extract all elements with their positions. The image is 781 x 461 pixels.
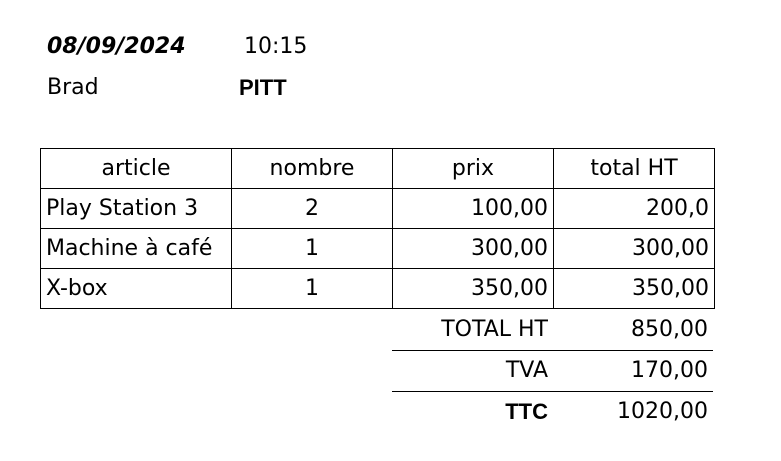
cell-article[interactable]: Play Station 3 (40, 188, 232, 229)
invoice-table: article nombre prix total HT Play Statio… (40, 148, 715, 309)
first-name-text: Brad (47, 75, 99, 100)
column-header-article[interactable]: article (40, 148, 232, 189)
cell-total[interactable]: 200,0 (553, 188, 715, 229)
date-text: 08/09/2024 (47, 34, 186, 59)
total-ht-value[interactable]: 850,00 (553, 310, 708, 350)
cell-nombre[interactable]: 1 (231, 228, 393, 269)
cell-prix[interactable]: 350,00 (392, 268, 554, 309)
cell-total[interactable]: 350,00 (553, 268, 715, 309)
column-header-total-ht[interactable]: total HT (553, 148, 715, 189)
table-row: X-box 1 350,00 350,00 (40, 268, 715, 309)
column-header-prix[interactable]: prix (392, 148, 554, 189)
cell-total[interactable]: 300,00 (553, 228, 715, 269)
summary-total-ht-row: TOTAL HT 850,00 (392, 310, 713, 350)
total-ht-label[interactable]: TOTAL HT (392, 310, 548, 350)
cell-article[interactable]: Machine à café (40, 228, 232, 269)
table-header-row: article nombre prix total HT (40, 148, 715, 189)
cell-prix[interactable]: 100,00 (392, 188, 554, 229)
summary-tva-row: TVA 170,00 (392, 351, 713, 391)
column-header-nombre[interactable]: nombre (231, 148, 393, 189)
cell-nombre[interactable]: 1 (231, 268, 393, 309)
summary-ttc-row: TTC 1020,00 (392, 392, 713, 432)
tva-label[interactable]: TVA (392, 351, 548, 391)
last-name-text: PITT (239, 75, 287, 100)
cell-nombre[interactable]: 2 (231, 188, 393, 229)
ttc-label[interactable]: TTC (392, 392, 548, 432)
tva-value[interactable]: 170,00 (553, 351, 708, 391)
ttc-value[interactable]: 1020,00 (553, 392, 708, 432)
cell-prix[interactable]: 300,00 (392, 228, 554, 269)
table-row: Play Station 3 2 100,00 200,0 (40, 188, 715, 229)
cell-article[interactable]: X-box (40, 268, 232, 309)
time-text: 10:15 (244, 34, 308, 59)
table-row: Machine à café 1 300,00 300,00 (40, 228, 715, 269)
